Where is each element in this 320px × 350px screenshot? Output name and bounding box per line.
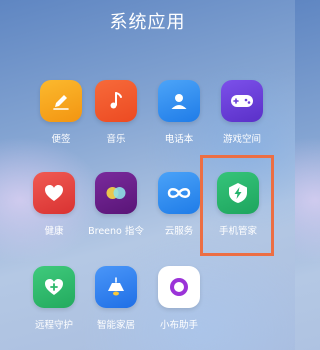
app-breeno-commands[interactable]: Breeno 指令 bbox=[81, 172, 151, 237]
app-remote-guard[interactable]: 远程守护 bbox=[19, 266, 89, 331]
app-label: 智能家居 bbox=[96, 320, 135, 331]
app-label: 健康 bbox=[44, 226, 64, 237]
app-label: 游戏空间 bbox=[222, 134, 261, 145]
app-label: 远程守护 bbox=[34, 320, 73, 331]
heart-shield-icon bbox=[33, 266, 75, 308]
app-health[interactable]: 健康 bbox=[19, 172, 89, 237]
pencil-note-icon bbox=[40, 80, 82, 122]
app-label: 电话本 bbox=[164, 134, 194, 145]
ring-dot-icon bbox=[158, 266, 200, 308]
app-contacts[interactable]: 电话本 bbox=[144, 80, 214, 145]
smart-lamp-icon bbox=[95, 266, 137, 308]
app-label: 音乐 bbox=[106, 134, 126, 145]
breeno-circles-icon bbox=[95, 172, 137, 214]
folder-title: 系统应用 bbox=[109, 12, 186, 33]
highlight-box bbox=[200, 155, 274, 256]
app-game-space[interactable]: 游戏空间 bbox=[207, 80, 277, 145]
heart-icon bbox=[33, 172, 75, 214]
contact-person-icon bbox=[158, 80, 200, 122]
app-label: 小布助手 bbox=[159, 320, 198, 331]
app-smart-home[interactable]: 智能家居 bbox=[81, 266, 151, 331]
app-music[interactable]: 音乐 bbox=[81, 80, 151, 145]
cloud-infinity-icon bbox=[158, 172, 200, 214]
gamepad-icon bbox=[221, 80, 263, 122]
app-breeno-assistant[interactable]: 小布助手 bbox=[144, 266, 214, 331]
app-label: Breeno 指令 bbox=[88, 226, 144, 237]
music-note-icon bbox=[95, 80, 137, 122]
